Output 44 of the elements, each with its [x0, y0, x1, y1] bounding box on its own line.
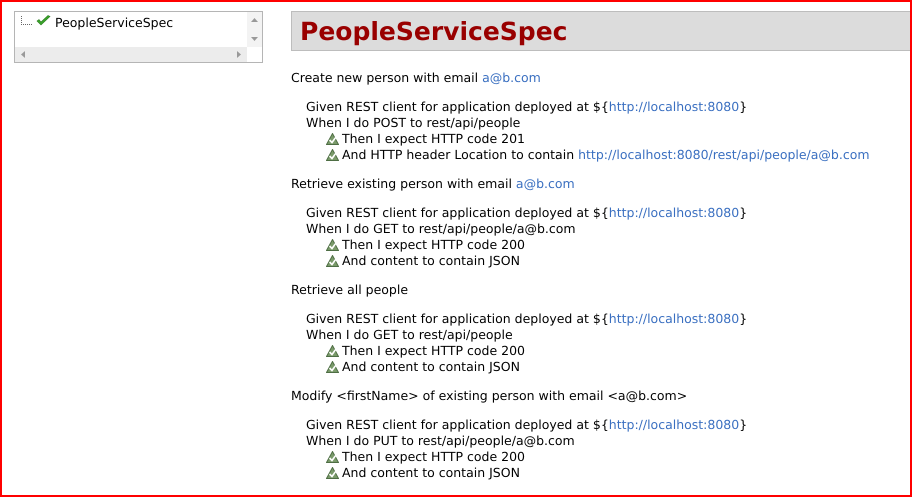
scenario-title: Retrieve existing person with email a@b.com: [291, 176, 576, 192]
link[interactable]: http://localhost:8080: [608, 99, 740, 114]
mountain-icon: [326, 345, 339, 357]
scroll-down-icon[interactable]: [251, 37, 258, 41]
step-text: When I do PUT to rest/api/people/a@b.com: [306, 433, 575, 449]
link[interactable]: http://localhost:8080: [608, 417, 740, 432]
mountain-icon: [326, 467, 339, 479]
mountain-icon: [326, 255, 339, 267]
step-text: And HTTP header Location to contain http://localhost:8080/rest/api/people/a@b.com: [342, 147, 870, 163]
step-text: When I do POST to rest/api/people: [306, 115, 520, 131]
link[interactable]: http://localhost:8080/rest/api/people/a@b.com: [578, 147, 870, 162]
checkmark-icon: [36, 15, 51, 27]
scroll-up-icon[interactable]: [251, 18, 258, 22]
step-text: And content to contain JSON: [342, 359, 520, 375]
step-text: Given REST client for application deployed at ${http://localhost:8080}: [306, 417, 748, 433]
mountain-icon: [326, 361, 339, 373]
link[interactable]: a@b.com: [482, 70, 541, 85]
scroll-left-icon[interactable]: [21, 51, 25, 58]
scenario-title: Modify <firstName> of existing person with email <a@b.com>: [291, 388, 688, 404]
link[interactable]: a@b.com: [516, 176, 575, 191]
scenario-title: Create new person with email a@b.com: [291, 70, 542, 86]
spec-title: PeopleServiceSpec: [300, 16, 568, 46]
link[interactable]: http://localhost:8080: [608, 311, 740, 326]
step-text: And content to contain JSON: [342, 253, 520, 269]
step-text: Then I expect HTTP code 200: [342, 343, 525, 359]
mountain-icon: [326, 149, 339, 161]
mountain-icon: [326, 133, 339, 145]
step-text: When I do GET to rest/api/people/a@b.com: [306, 221, 576, 237]
scroll-right-icon[interactable]: [237, 51, 241, 58]
tree-item[interactable]: PeopleServiceSpec: [53, 15, 176, 30]
scenario-title: Retrieve all people: [291, 282, 410, 298]
step-text: And content to contain JSON: [342, 465, 520, 481]
step-text: When I do GET to rest/api/people: [306, 327, 513, 343]
step-text: Given REST client for application deployed at ${http://localhost:8080}: [306, 99, 748, 115]
step-text: Given REST client for application deployed at ${http://localhost:8080}: [306, 311, 748, 327]
horizontal-scrollbar[interactable]: [15, 47, 247, 62]
step-text: Then I expect HTTP code 200: [342, 237, 525, 253]
mountain-icon: [326, 239, 339, 251]
link[interactable]: http://localhost:8080: [608, 205, 740, 220]
step-text: Then I expect HTTP code 200: [342, 449, 525, 465]
step-text: Given REST client for application deployed at ${http://localhost:8080}: [306, 205, 748, 221]
vertical-scrollbar[interactable]: [247, 12, 262, 47]
mountain-icon: [326, 451, 339, 463]
step-text: Then I expect HTTP code 201: [342, 131, 525, 147]
